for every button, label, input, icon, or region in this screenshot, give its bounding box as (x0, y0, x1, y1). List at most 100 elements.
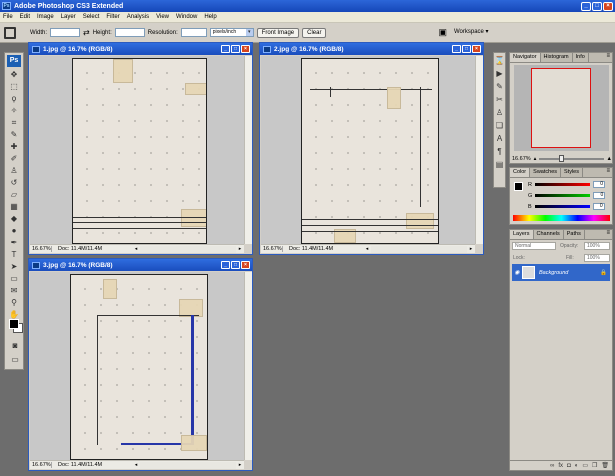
red-slider[interactable] (534, 183, 590, 186)
width-field[interactable] (50, 28, 81, 37)
workspace-menu[interactable]: Workspace ▾ (450, 28, 493, 38)
brushes-panel-icon[interactable]: ✎ (495, 81, 504, 92)
foreground-color-swatch[interactable] (514, 182, 523, 191)
horizontal-scrollbar[interactable] (371, 245, 467, 253)
document-maximize-button[interactable]: □ (462, 45, 471, 53)
scroll-left-icon[interactable]: ◂ (132, 246, 140, 252)
document-window-2[interactable]: 2.jpg @ 16.7% (RGB/8) _ □ × 16.67% Doc: … (259, 42, 484, 255)
tab-swatches[interactable]: Swatches (530, 168, 562, 177)
scroll-right-icon[interactable]: ▸ (236, 246, 244, 252)
menu-help[interactable]: Help (204, 14, 216, 20)
navigator-zoom[interactable]: 16.67% (512, 156, 531, 162)
bridge-icon[interactable]: ▣ (438, 27, 447, 38)
tab-color[interactable]: Color (510, 168, 531, 177)
clone-source-icon[interactable]: ♙ (495, 107, 504, 118)
swap-dimensions-icon[interactable]: ⇄ (83, 28, 90, 37)
menu-file[interactable]: File (3, 14, 13, 20)
path-selection-icon[interactable]: ➤ (8, 261, 20, 272)
document-window-1[interactable]: 1.jpg @ 16.7% (RGB/8) _ □ × 16.67% Doc: … (28, 42, 253, 255)
document-canvas[interactable] (261, 56, 475, 244)
actions-panel-icon[interactable]: ▶ (495, 68, 504, 79)
tab-histogram[interactable]: Histogram (541, 53, 573, 62)
maximize-button[interactable]: □ (592, 1, 602, 11)
magic-wand-tool-icon[interactable]: ✧ (8, 105, 20, 116)
document-window-3[interactable]: 3.jpg @ 16.7% (RGB/8) _ □ × 16.67% Doc: … (28, 258, 253, 471)
color-spectrum-bar[interactable] (513, 215, 610, 221)
shape-tool-icon[interactable]: ▭ (8, 273, 20, 284)
scroll-left-icon[interactable]: ◂ (363, 246, 371, 252)
crop-tool-icon[interactable] (4, 26, 16, 39)
blend-mode-select[interactable]: Normal (512, 242, 556, 250)
document-minimize-button[interactable]: _ (221, 45, 230, 53)
red-value-field[interactable]: 0 (592, 181, 605, 188)
healing-brush-icon[interactable]: ✚ (8, 141, 20, 152)
zoom-in-icon[interactable]: ▲ (607, 156, 612, 162)
tab-styles[interactable]: Styles (561, 168, 583, 177)
clear-button[interactable]: Clear (302, 27, 327, 38)
document-canvas[interactable] (30, 272, 244, 460)
document-size-info[interactable]: Doc: 11.4M/11.4M (52, 246, 132, 252)
scroll-left-icon[interactable]: ◂ (132, 462, 140, 468)
layer-row-background[interactable]: ◉ Background 🔒 (512, 264, 610, 281)
menu-view[interactable]: View (156, 14, 169, 20)
green-slider[interactable] (535, 194, 591, 197)
notes-tool-icon[interactable]: ✉ (8, 285, 20, 296)
history-panel-icon[interactable]: ⌛ (495, 55, 505, 66)
panel-menu-icon[interactable]: ≡ (604, 230, 612, 239)
add-mask-icon[interactable]: ◘ (567, 463, 571, 469)
opacity-field[interactable]: 100% (584, 242, 610, 250)
gradient-tool-icon[interactable]: ▦ (8, 201, 20, 212)
zoom-out-icon[interactable]: ▴ (534, 156, 537, 162)
resolution-units-select[interactable]: pixels/inch ▾ (209, 28, 254, 37)
menu-window[interactable]: Window (176, 14, 197, 20)
document-minimize-button[interactable]: _ (221, 261, 230, 269)
document-close-button[interactable]: × (241, 45, 250, 53)
move-tool-icon[interactable]: ✥ (8, 69, 20, 80)
clone-stamp-icon[interactable]: ♙ (8, 165, 20, 176)
brush-tool-icon[interactable]: ✐ (8, 153, 20, 164)
document-maximize-button[interactable]: □ (231, 261, 240, 269)
menu-image[interactable]: Image (37, 14, 54, 20)
type-tool-icon[interactable]: T (8, 249, 20, 260)
screen-mode-icon[interactable]: ▭ (8, 354, 22, 365)
eyedropper-tool-icon[interactable]: ⚲ (8, 297, 20, 308)
layer-style-icon[interactable]: fx (558, 463, 563, 469)
link-layers-icon[interactable]: ∞ (550, 463, 554, 469)
measurement-log-icon[interactable]: ▤ (495, 159, 504, 170)
blue-slider[interactable] (534, 205, 590, 208)
adjustment-layer-icon[interactable]: ◐ (575, 463, 579, 469)
paragraph-panel-icon[interactable]: ¶ (495, 146, 504, 157)
dodge-tool-icon[interactable]: ● (8, 225, 20, 236)
minimize-button[interactable]: _ (581, 1, 591, 11)
zoom-level[interactable]: 16.67% (30, 246, 52, 252)
panel-menu-icon[interactable]: ≡ (604, 53, 612, 62)
zoom-level[interactable]: 16.67% (261, 246, 283, 252)
zoom-slider-knob[interactable] (558, 154, 564, 162)
vertical-scrollbar[interactable] (475, 56, 483, 244)
eraser-tool-icon[interactable]: ▱ (8, 189, 20, 200)
menu-filter[interactable]: Filter (106, 14, 119, 20)
horizontal-scrollbar[interactable] (140, 461, 236, 469)
navigator-view-box[interactable] (531, 68, 591, 148)
zoom-level[interactable]: 16.67% (30, 462, 52, 468)
visibility-eye-icon[interactable]: ◉ (512, 269, 522, 276)
new-layer-icon[interactable]: ❐ (592, 462, 597, 469)
tab-layers[interactable]: Layers (510, 230, 534, 239)
document-title-bar[interactable]: 2.jpg @ 16.7% (RGB/8) _ □ × (260, 43, 483, 55)
tab-channels[interactable]: Channels (534, 230, 564, 239)
delete-layer-icon[interactable]: 🗑 (601, 462, 609, 469)
lasso-tool-icon[interactable]: ϙ (8, 93, 20, 104)
panel-menu-icon[interactable]: ≡ (604, 168, 612, 177)
document-maximize-button[interactable]: □ (231, 45, 240, 53)
new-group-icon[interactable]: ▭ (582, 462, 588, 469)
green-value-field[interactable]: 0 (593, 192, 606, 199)
scroll-right-icon[interactable]: ▸ (467, 246, 475, 252)
menu-select[interactable]: Select (83, 14, 100, 20)
pen-tool-icon[interactable]: ✒ (8, 237, 20, 248)
crop-tool-icon[interactable]: ⌗ (8, 117, 20, 128)
document-minimize-button[interactable]: _ (452, 45, 461, 53)
document-size-info[interactable]: Doc: 11.4M/11.4M (52, 462, 132, 468)
tab-info[interactable]: Info (573, 53, 589, 62)
quick-mask-icon[interactable]: ◙ (8, 340, 22, 351)
tab-paths[interactable]: Paths (564, 230, 585, 239)
